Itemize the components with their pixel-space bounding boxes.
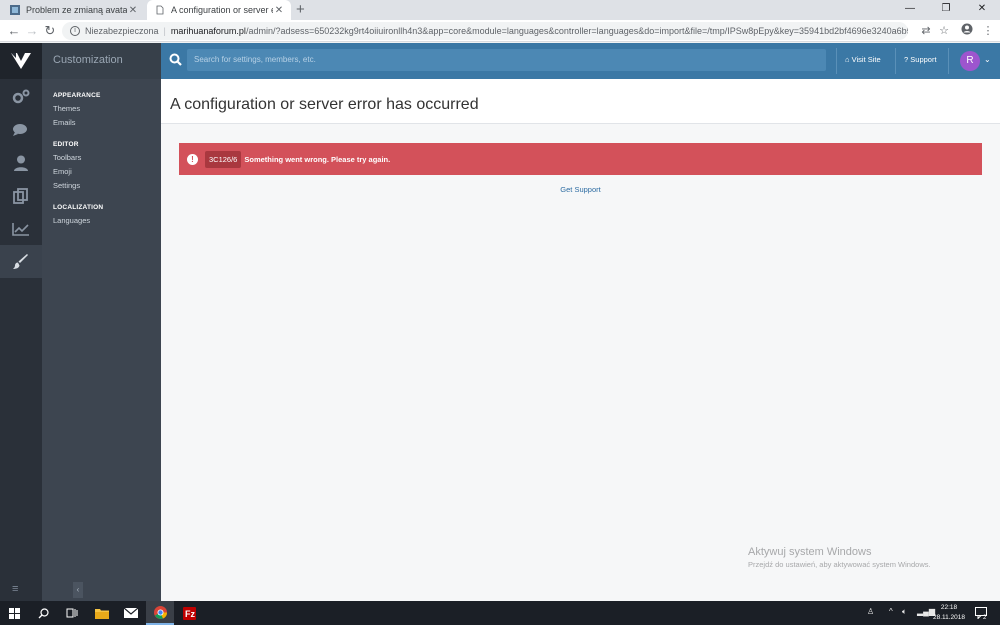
address-bar[interactable]: i Niezabezpieczona | marihuanaforum.pl /… bbox=[62, 22, 908, 40]
user-avatar[interactable]: R bbox=[960, 51, 980, 71]
info-icon[interactable]: i bbox=[70, 26, 80, 36]
taskbar-clock[interactable]: 22:18 28.11.2018 bbox=[928, 603, 970, 623]
menu-item-toolbars[interactable]: Toolbars bbox=[42, 151, 161, 165]
content-copy-icon[interactable] bbox=[0, 179, 42, 212]
menu-item-emoji[interactable]: Emoji bbox=[42, 165, 161, 179]
collapse-menu-button[interactable]: ‹ bbox=[73, 582, 83, 598]
close-tab-icon[interactable]: ✕ bbox=[273, 5, 285, 16]
volume-icon[interactable]: 🔈︎ bbox=[902, 607, 907, 617]
browser-tab-1[interactable]: Problem ze zmianą avataru - Do... ✕ bbox=[2, 0, 145, 20]
error-code-badge: 3C126/6 bbox=[205, 150, 242, 168]
tab-title: Problem ze zmianą avataru - Do... bbox=[26, 5, 127, 15]
menu-item-emails[interactable]: Emails bbox=[42, 116, 161, 130]
menu-item-languages[interactable]: Languages bbox=[42, 214, 161, 228]
community-chat-icon[interactable] bbox=[0, 113, 42, 146]
menu-item-themes[interactable]: Themes bbox=[42, 102, 161, 116]
menu-item-settings[interactable]: Settings bbox=[42, 179, 161, 193]
windows-activation-watermark: Aktywuj system Windows Przejdź do ustawi… bbox=[748, 546, 931, 569]
watermark-line-1: Aktywuj system Windows bbox=[748, 546, 872, 558]
menu-heading-localization: LOCALIZATION bbox=[53, 204, 104, 211]
support-label: Support bbox=[910, 55, 937, 64]
file-explorer-icon[interactable] bbox=[88, 601, 116, 625]
new-tab-button[interactable]: + bbox=[296, 1, 305, 18]
forward-button[interactable]: → bbox=[24, 23, 40, 39]
back-button[interactable]: ← bbox=[6, 23, 22, 39]
acp-header: ⌂ Visit Site ? Support R ⌄ bbox=[161, 43, 1000, 79]
ips-logo[interactable] bbox=[0, 43, 42, 79]
get-support-label: Get Support bbox=[560, 185, 601, 194]
windows-taskbar: Fz ♙ ^ 🔈︎ ▂▄▆ 22:18 28.11.2018 2 bbox=[0, 601, 1000, 625]
main-content: A configuration or server error has occu… bbox=[161, 79, 1000, 601]
menu-section-title: Customization bbox=[42, 43, 161, 79]
reload-button[interactable]: ↻ bbox=[42, 23, 58, 39]
url-divider: | bbox=[163, 26, 166, 36]
watermark-line-2: Przejdź do ustawień, aby aktywować syste… bbox=[748, 560, 931, 569]
search-icon[interactable] bbox=[29, 601, 57, 625]
browser-toolbar: ← → ↻ i Niezabezpieczona | marihuanaforu… bbox=[0, 20, 1000, 42]
visit-site-label: Visit Site bbox=[851, 55, 881, 64]
search-input[interactable] bbox=[187, 49, 826, 71]
support-link[interactable]: ? Support bbox=[904, 55, 937, 64]
show-hidden-icons-chevron-icon[interactable]: ^ bbox=[889, 607, 893, 616]
browser-menu-icon[interactable]: ⋮ bbox=[980, 23, 996, 39]
menu-toggle-icon[interactable]: ≡ bbox=[12, 583, 18, 595]
chevron-down-icon[interactable]: ⌄ bbox=[984, 55, 991, 64]
minimize-button[interactable]: — bbox=[892, 0, 928, 20]
task-view-icon[interactable] bbox=[58, 601, 86, 625]
customization-brush-icon[interactable] bbox=[0, 245, 42, 278]
filezilla-icon[interactable]: Fz bbox=[175, 601, 203, 625]
home-icon: ⌂ bbox=[845, 55, 850, 64]
page-header: A configuration or server error has occu… bbox=[161, 79, 1000, 124]
browser-tab-2[interactable]: A configuration or server error h... ✕ bbox=[147, 0, 291, 20]
action-center-icon[interactable]: 2 bbox=[975, 607, 989, 622]
close-window-button[interactable]: ✕ bbox=[964, 0, 1000, 20]
mail-icon[interactable] bbox=[117, 601, 145, 625]
stats-chart-icon[interactable] bbox=[0, 212, 42, 245]
menu-heading-appearance: APPEARANCE bbox=[53, 92, 101, 99]
error-message: Something went wrong. Please try again. bbox=[244, 154, 391, 164]
translate-icon[interactable]: ⇄ bbox=[918, 23, 934, 39]
exclamation-circle-icon: ! bbox=[187, 153, 198, 165]
start-windows-icon[interactable] bbox=[0, 601, 28, 625]
chrome-icon[interactable] bbox=[146, 601, 174, 625]
acp-icon-sidebar: ≡ bbox=[0, 43, 42, 601]
page-icon bbox=[156, 5, 164, 15]
bookmark-star-icon[interactable]: ☆ bbox=[936, 23, 952, 39]
page-title: A configuration or server error has occu… bbox=[170, 96, 479, 113]
security-label: Niezabezpieczona bbox=[85, 26, 159, 36]
menu-heading-editor: EDITOR bbox=[53, 141, 79, 148]
url-host: marihuanaforum.pl bbox=[170, 26, 246, 36]
system-gears-icon[interactable] bbox=[0, 80, 42, 113]
tab-title: A configuration or server error h... bbox=[171, 5, 273, 15]
restore-button[interactable]: ❐ bbox=[928, 0, 964, 20]
error-message-box: ! 3C126/6 Something went wrong. Please t… bbox=[179, 143, 982, 175]
header-divider bbox=[836, 48, 837, 74]
people-icon[interactable]: ♙ bbox=[867, 607, 874, 616]
header-divider bbox=[948, 48, 949, 74]
close-tab-icon[interactable]: ✕ bbox=[127, 5, 139, 16]
question-circle-icon: ? bbox=[904, 55, 909, 64]
header-divider bbox=[895, 48, 896, 74]
get-support-link[interactable]: Get Support bbox=[161, 185, 1000, 194]
site-favicon-icon bbox=[10, 5, 20, 15]
members-user-icon[interactable] bbox=[0, 146, 42, 179]
search-icon bbox=[169, 53, 182, 66]
clock-date: 28.11.2018 bbox=[932, 614, 966, 621]
logo-icon bbox=[11, 53, 31, 69]
svg-text:Fz: Fz bbox=[185, 609, 195, 619]
visit-site-link[interactable]: ⌂ Visit Site bbox=[845, 55, 881, 64]
clock-time: 22:18 bbox=[940, 604, 958, 611]
url-path: /admin/?adsess=650232kg9rt4oiiuironllh4n… bbox=[245, 26, 908, 36]
profile-icon[interactable] bbox=[959, 23, 975, 39]
browser-tabstrip: Problem ze zmianą avataru - Do... ✕ A co… bbox=[0, 0, 1000, 20]
acp-sub-menu: Customization APPEARANCE Themes Emails E… bbox=[42, 43, 161, 601]
